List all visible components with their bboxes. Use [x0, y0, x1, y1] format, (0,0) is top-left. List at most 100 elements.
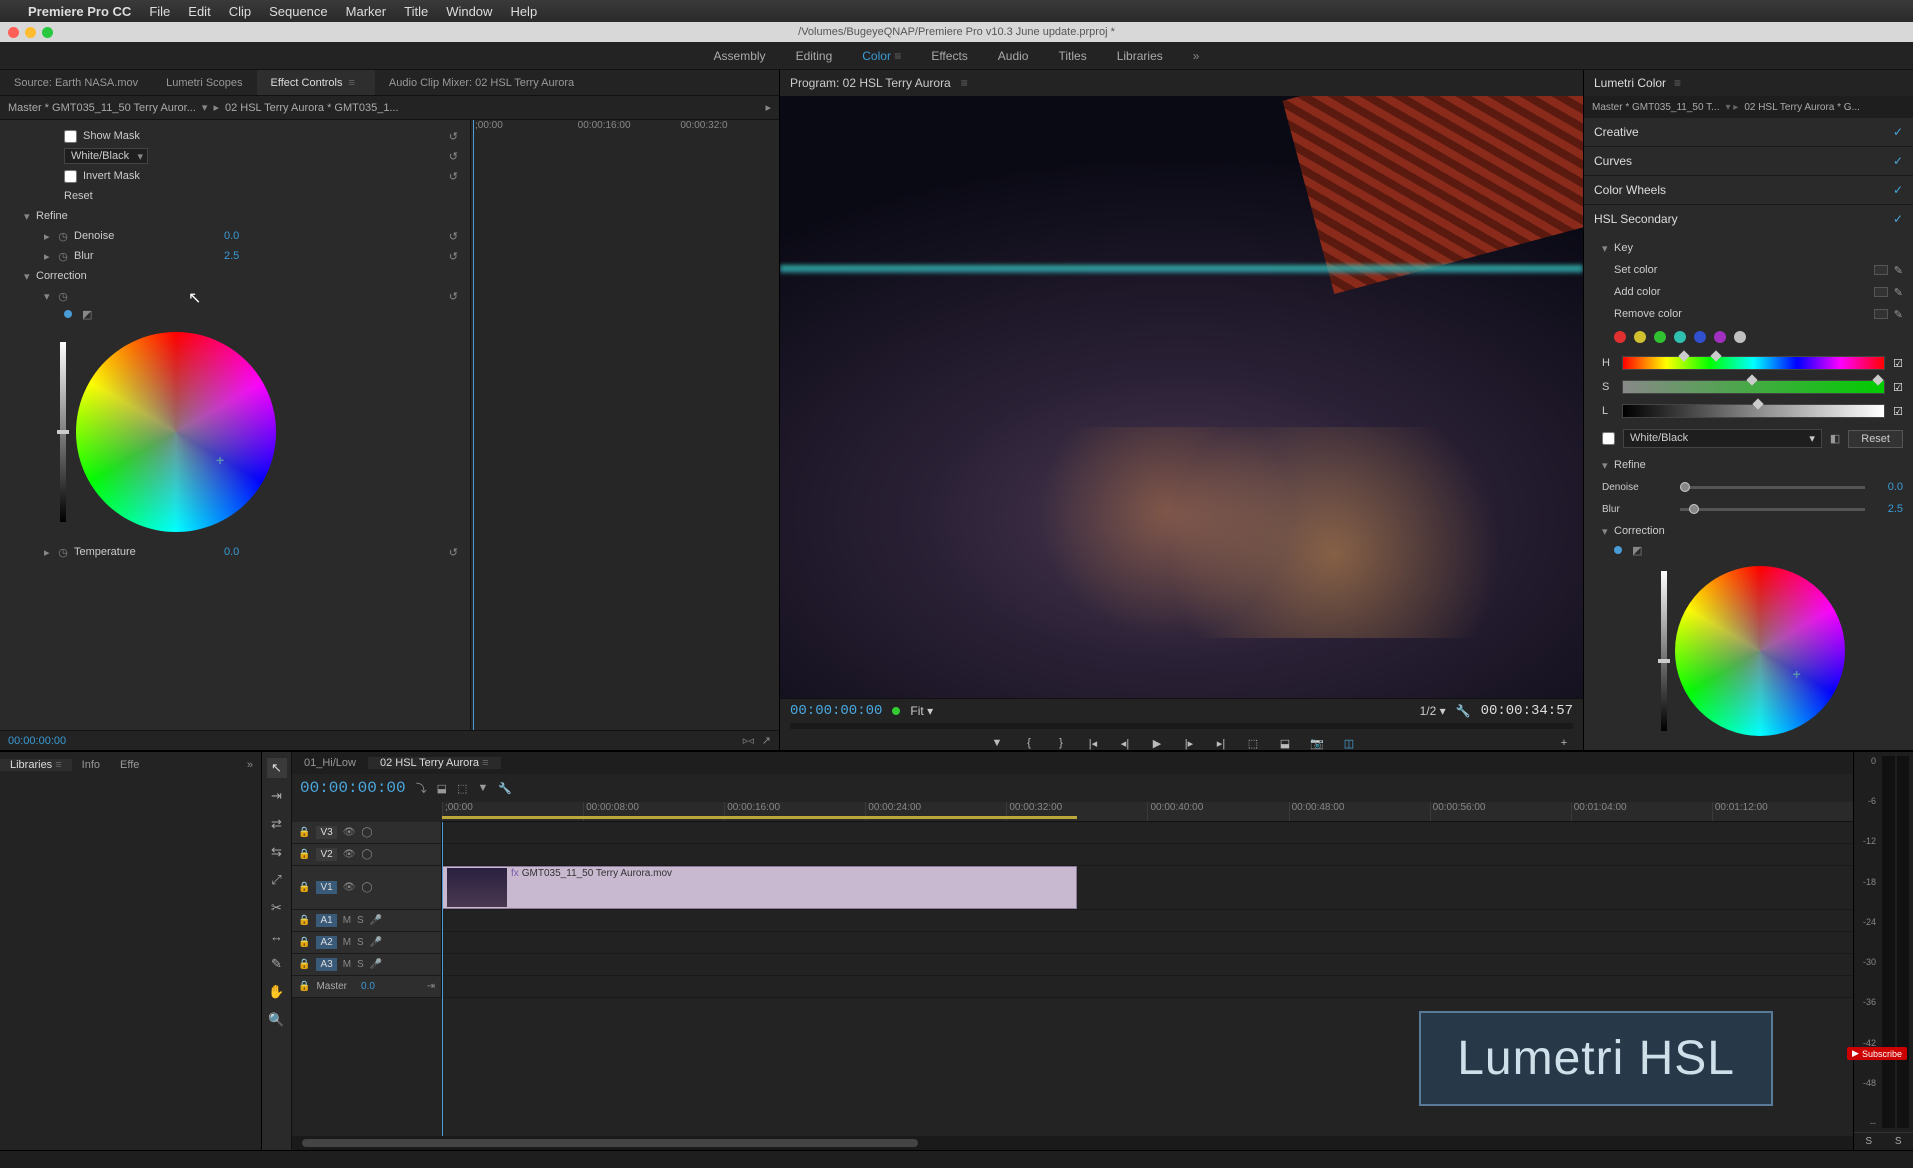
mark-in-icon[interactable]: {: [1020, 737, 1038, 749]
ec-export-icon[interactable]: ↗: [762, 734, 771, 747]
mute-icon[interactable]: M: [343, 915, 351, 926]
close-icon[interactable]: [8, 27, 19, 38]
snap-icon[interactable]: ⬚: [457, 782, 467, 795]
keyframe-dot-icon[interactable]: [64, 310, 72, 318]
twirl-icon[interactable]: ▸: [44, 546, 56, 559]
twirl-icon[interactable]: ▾: [1602, 459, 1614, 472]
tab-effect-controls[interactable]: Effect Controls ≡: [257, 70, 375, 95]
rate-stretch-tool-icon[interactable]: ⤢: [267, 870, 287, 890]
lock-icon[interactable]: 🔒: [298, 827, 310, 838]
sequence-tab-1[interactable]: 01_Hi/Low: [292, 757, 368, 769]
workspace-audio[interactable]: Audio: [998, 49, 1029, 63]
pen-tool-icon[interactable]: ✎: [267, 954, 287, 974]
luma-slider[interactable]: [1661, 571, 1667, 731]
workspace-effects[interactable]: Effects: [931, 49, 967, 63]
sequence-tab-2[interactable]: 02 HSL Terry Aurora ≡: [368, 757, 501, 769]
active-dot-icon[interactable]: [1614, 546, 1622, 554]
menu-file[interactable]: File: [149, 4, 170, 19]
rolling-edit-tool-icon[interactable]: ⇆: [267, 842, 287, 862]
wheel-target-icon[interactable]: +: [216, 452, 224, 468]
menu-clip[interactable]: Clip: [229, 4, 251, 19]
marker-icon[interactable]: ▼: [477, 782, 488, 794]
ec-zoom-icon[interactable]: ▹◃: [743, 734, 754, 747]
ec-toggle-timeline[interactable]: ▸: [765, 101, 771, 114]
insert-icon[interactable]: ⤵: [416, 780, 427, 796]
reset-icon[interactable]: ↺: [449, 170, 458, 183]
menu-window[interactable]: Window: [446, 4, 492, 19]
temperature-value[interactable]: 0.0: [1873, 749, 1903, 750]
selection-tool-icon[interactable]: ↖: [267, 758, 287, 778]
workspace-assembly[interactable]: Assembly: [714, 49, 766, 63]
solo-icon[interactable]: S: [357, 915, 364, 926]
track-v3-content[interactable]: [442, 822, 1853, 843]
track-a2-content[interactable]: [442, 932, 1853, 953]
track-v1-content[interactable]: fxGMT035_11_50 Terry Aurora.mov: [442, 866, 1853, 909]
blur-value[interactable]: 2.5: [224, 250, 284, 262]
chevron-down-icon[interactable]: ▾: [202, 101, 208, 114]
razor-tool-icon[interactable]: ✂: [267, 898, 287, 918]
go-to-in-icon[interactable]: |◂: [1084, 737, 1102, 750]
tab-source[interactable]: Source: Earth NASA.mov: [0, 70, 152, 95]
track-select-tool-icon[interactable]: ⇥: [267, 786, 287, 806]
zoom-dropdown[interactable]: Fit ▾: [910, 704, 933, 718]
master-value[interactable]: 0.0: [361, 981, 375, 992]
section-hsl-secondary[interactable]: HSL Secondary✓: [1584, 205, 1913, 233]
tab-audio-clip-mixer[interactable]: Audio Clip Mixer: 02 HSL Terry Aurora: [375, 70, 588, 95]
color-swatch[interactable]: [1874, 287, 1888, 297]
section-curves[interactable]: Curves✓: [1584, 147, 1913, 175]
menu-help[interactable]: Help: [510, 4, 537, 19]
correction-group[interactable]: Correction: [36, 270, 186, 282]
workspace-editing[interactable]: Editing: [796, 49, 833, 63]
denoise-slider[interactable]: [1680, 486, 1865, 489]
preset-cyan[interactable]: [1674, 331, 1686, 343]
grey-chip-icon[interactable]: ◩: [82, 308, 92, 321]
lock-icon[interactable]: 🔒: [298, 981, 310, 992]
button-editor-icon[interactable]: +: [1555, 737, 1573, 749]
workspace-overflow[interactable]: »: [1193, 49, 1200, 63]
sync-lock-icon[interactable]: ◯: [361, 882, 372, 893]
twirl-icon[interactable]: ▾: [1602, 525, 1614, 538]
go-to-out-icon[interactable]: ▸|: [1212, 737, 1230, 750]
lock-icon[interactable]: 🔒: [298, 882, 310, 893]
settings-icon[interactable]: 🔧: [1456, 704, 1471, 718]
eyedropper-plus-icon[interactable]: ✎: [1894, 286, 1903, 299]
denoise-value[interactable]: 0.0: [224, 230, 284, 242]
keyframe-stopwatch-icon[interactable]: ◷: [56, 289, 70, 303]
hue-range-slider[interactable]: [1622, 356, 1885, 370]
lift-icon[interactable]: ⬚: [1244, 737, 1262, 750]
reset-icon[interactable]: ↺: [449, 290, 458, 303]
menu-sequence[interactable]: Sequence: [269, 4, 328, 19]
preset-white[interactable]: [1734, 331, 1746, 343]
ripple-edit-tool-icon[interactable]: ⇄: [267, 814, 287, 834]
hand-tool-icon[interactable]: ✋: [267, 982, 287, 1002]
reset-icon[interactable]: ↺: [449, 130, 458, 143]
ec-playhead[interactable]: [473, 120, 474, 730]
twirl-icon[interactable]: ▾: [24, 270, 36, 283]
keyframe-stopwatch-icon[interactable]: ◷: [56, 229, 70, 243]
sat-range-slider[interactable]: [1622, 380, 1885, 394]
toggle-output-icon[interactable]: 👁: [343, 882, 356, 893]
workspace-color[interactable]: Color ≡: [862, 49, 901, 63]
twirl-icon[interactable]: ▾: [44, 290, 56, 303]
luma-slider[interactable]: [60, 342, 66, 522]
master-content[interactable]: [442, 976, 1853, 997]
refine-group[interactable]: Refine: [36, 210, 186, 222]
twirl-icon[interactable]: ▾: [24, 210, 36, 223]
twirl-icon[interactable]: ▾: [1602, 242, 1614, 255]
overwrite-icon[interactable]: ⬓: [437, 782, 447, 795]
track-a1-content[interactable]: [442, 910, 1853, 931]
ec-master-label[interactable]: Master * GMT035_11_50 Terry Auror...: [8, 102, 196, 114]
workspace-libraries[interactable]: Libraries: [1117, 49, 1163, 63]
preset-yellow[interactable]: [1634, 331, 1646, 343]
eyedropper-icon[interactable]: ✎: [1894, 264, 1903, 277]
color-swatch[interactable]: [1874, 265, 1888, 275]
menu-marker[interactable]: Marker: [346, 4, 386, 19]
lum-range-slider[interactable]: [1622, 404, 1885, 418]
program-monitor[interactable]: [780, 96, 1583, 698]
twirl-icon[interactable]: ▸: [44, 250, 56, 263]
sync-lock-icon[interactable]: ◯: [361, 827, 372, 838]
program-timecode[interactable]: 00:00:00:00: [790, 703, 882, 719]
track-v2[interactable]: V2: [316, 848, 336, 861]
program-scrubber[interactable]: [790, 723, 1573, 729]
maximize-icon[interactable]: [42, 27, 53, 38]
